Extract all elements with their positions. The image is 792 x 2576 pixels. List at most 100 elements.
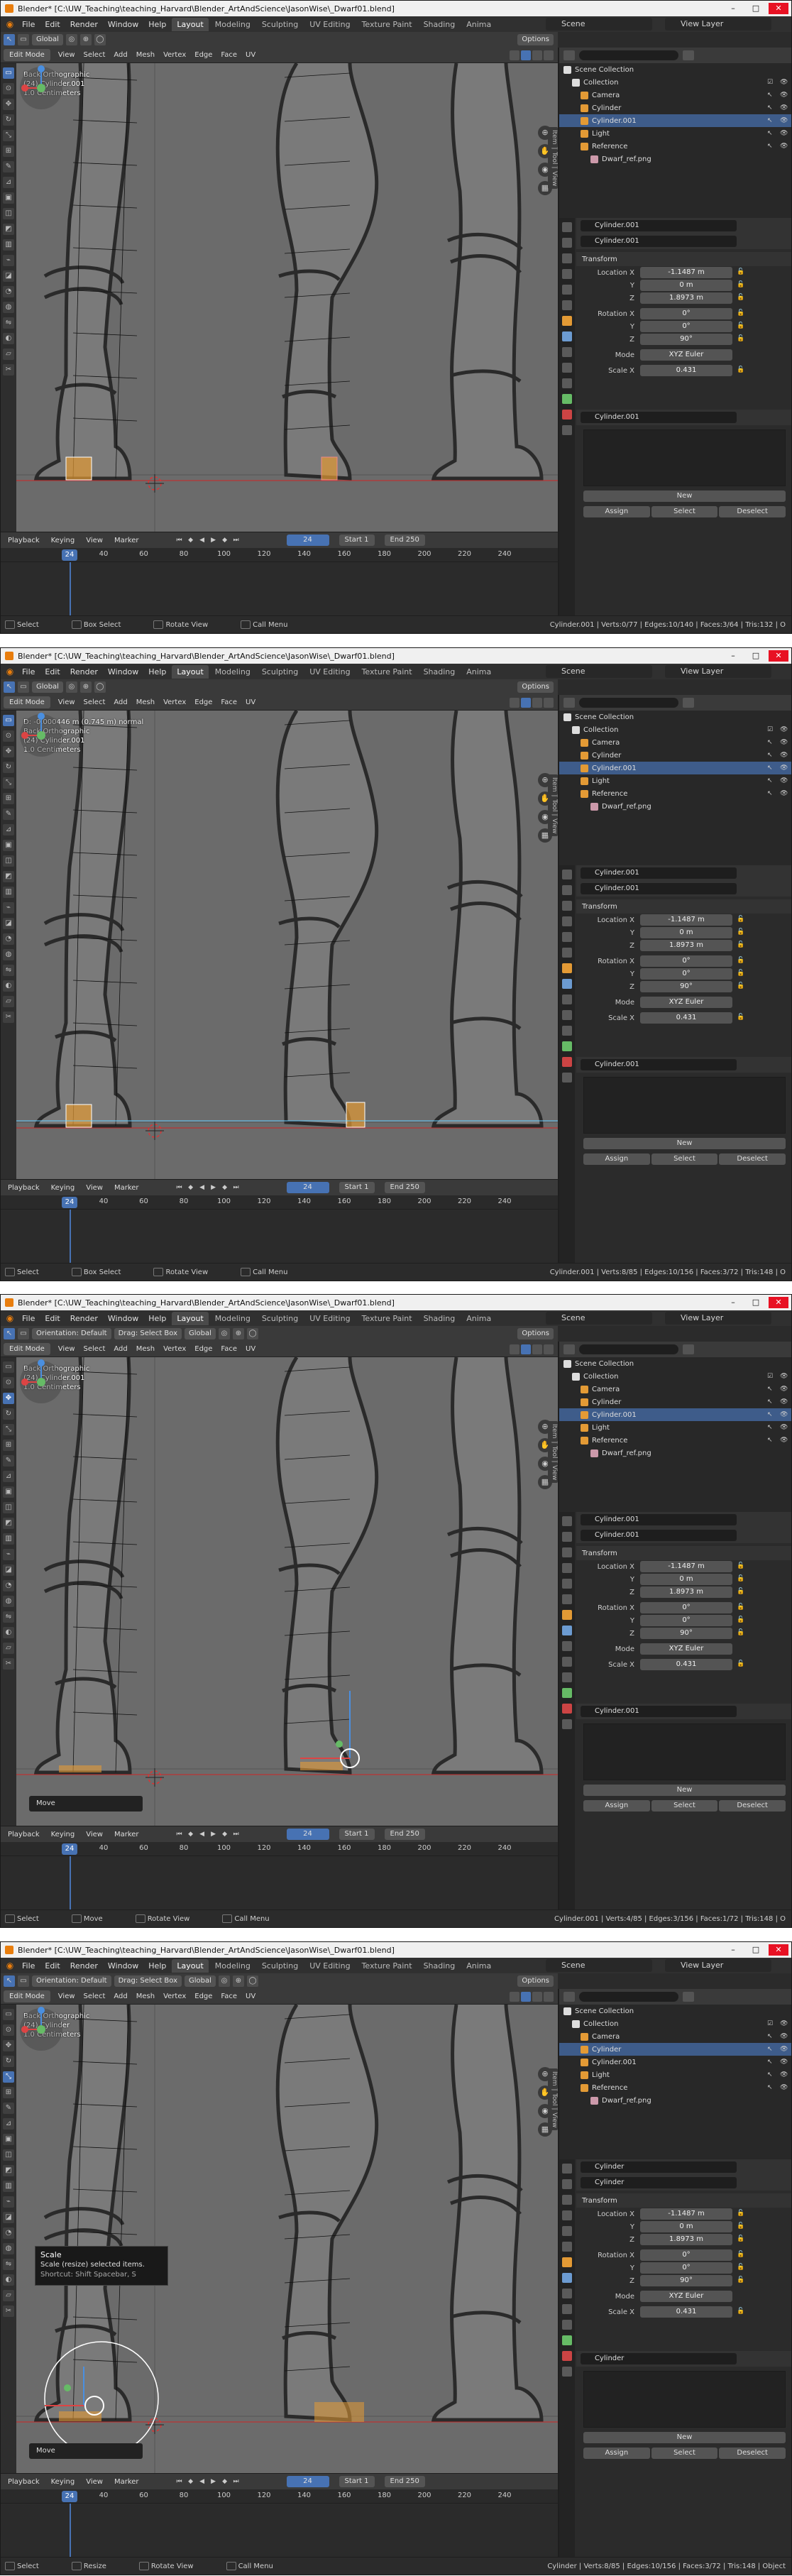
lock-icon[interactable]: 🔓	[737, 928, 745, 937]
lock-icon[interactable]: 🔓	[737, 322, 745, 331]
eye-icon[interactable]: 👁	[780, 1373, 788, 1380]
outliner-type-icon[interactable]	[563, 698, 575, 708]
spin-tool-icon[interactable]: ◔	[3, 286, 14, 297]
lock-icon[interactable]: 🔓	[737, 941, 745, 950]
eye-icon[interactable]: 👁	[780, 104, 788, 111]
xray-icon[interactable]	[510, 697, 519, 708]
tool-props-icon[interactable]	[562, 870, 572, 879]
select-arrow-icon[interactable]: ↖	[767, 752, 774, 759]
view-layer-props-icon[interactable]	[562, 1563, 572, 1573]
drag-dropdown[interactable]: Drag: Select Box	[114, 1975, 182, 1987]
view-layer-props-icon[interactable]	[562, 2210, 572, 2220]
output-props-icon[interactable]	[562, 2195, 572, 2205]
select-arrow-icon[interactable]: ↖	[767, 2033, 774, 2040]
menu-edit[interactable]: Edit	[40, 1312, 64, 1325]
timeline-ruler[interactable]: 24 40 60 80 100 120 140 160 180 200 220 240	[1, 1195, 558, 1210]
inset-tool-icon[interactable]: ◫	[3, 1502, 14, 1513]
select-arrow-icon[interactable]: ↖	[767, 739, 774, 746]
spin-tool-icon[interactable]: ◔	[3, 933, 14, 945]
outliner-item-reference[interactable]: Reference ↖ 👁	[559, 787, 791, 800]
mesh-data-name-field[interactable]: Cylinder.001	[581, 412, 737, 423]
location-y-field[interactable]: 0 m	[640, 927, 732, 938]
lock-icon[interactable]: 🔓	[737, 970, 745, 978]
annotate-tool-icon[interactable]: ✎	[3, 161, 14, 172]
measure-tool-icon[interactable]: ⊿	[3, 177, 14, 188]
timeline-menu-marker[interactable]: Marker	[110, 2477, 143, 2487]
workspace-tab-animation[interactable]: Anima	[461, 18, 496, 31]
sidebar-tab-item[interactable]: Item	[548, 2068, 558, 2089]
header-menu-add[interactable]: Add	[110, 50, 131, 60]
extrude-tool-icon[interactable]: ▣	[3, 192, 14, 204]
select-button[interactable]: Select	[651, 1153, 718, 1165]
menu-file[interactable]: File	[18, 1960, 39, 1972]
jump-end-icon[interactable]: ⏭	[231, 2477, 241, 2487]
menu-edit[interactable]: Edit	[40, 18, 64, 31]
poly-build-tool-icon[interactable]: ◪	[3, 270, 14, 282]
lock-icon[interactable]: 🔓	[737, 1616, 745, 1625]
workspace-tab-texture-paint[interactable]: Texture Paint	[357, 665, 417, 679]
transform-panel-header[interactable]: Transform	[576, 1546, 791, 1560]
sidebar-tab-tool[interactable]: Tool	[548, 1442, 558, 1461]
rip-tool-icon[interactable]: ✂	[3, 1012, 14, 1023]
timeline-menu-marker[interactable]: Marker	[110, 1183, 143, 1193]
rotation-z-field[interactable]: 90°	[640, 981, 732, 992]
lock-icon[interactable]: 🔓	[737, 268, 745, 277]
select-arrow-icon[interactable]: ↖	[767, 777, 774, 784]
jump-end-icon[interactable]: ⏭	[231, 1183, 241, 1193]
tool-props-icon[interactable]	[562, 2164, 572, 2174]
snap-icon[interactable]: ⊕	[79, 681, 92, 693]
playhead[interactable]	[70, 1856, 71, 1911]
location-z-field[interactable]: 1.8973 m	[640, 940, 732, 951]
lock-icon[interactable]: 🔓	[737, 982, 745, 991]
move-tool-icon[interactable]: ✥	[3, 746, 14, 757]
location-x-field[interactable]: -1.1487 m	[640, 267, 732, 278]
maximize-icon[interactable]: □	[746, 1297, 766, 1308]
maximize-icon[interactable]: □	[746, 650, 766, 662]
end-frame-field[interactable]: End 250	[384, 535, 425, 546]
header-menu-add[interactable]: Add	[110, 1344, 131, 1354]
rotation-z-field[interactable]: 90°	[640, 1628, 732, 1639]
header-menu-face[interactable]: Face	[217, 1344, 241, 1354]
filter-icon[interactable]	[683, 698, 694, 708]
timeline-body[interactable]	[1, 1210, 558, 1264]
menu-file[interactable]: File	[18, 18, 39, 31]
poly-build-tool-icon[interactable]: ◪	[3, 1564, 14, 1576]
object-data-props-icon[interactable]	[562, 394, 572, 404]
menu-help[interactable]: Help	[144, 666, 170, 678]
navigation-gizmo[interactable]	[16, 2005, 66, 2054]
outliner-item-reference[interactable]: Reference ↖ 👁	[559, 2081, 791, 2094]
minimize-icon[interactable]: –	[723, 650, 743, 662]
transform-tool-icon[interactable]: ⊞	[3, 793, 14, 804]
vertex-group-list[interactable]	[583, 1723, 786, 1780]
scene-props-icon[interactable]	[562, 932, 572, 942]
assign-button[interactable]: Assign	[583, 2448, 650, 2459]
lock-icon[interactable]: 🔓	[737, 2264, 745, 2272]
last-operator-panel[interactable]: Move	[29, 2443, 143, 2459]
menu-render[interactable]: Render	[66, 18, 102, 31]
location-z-field[interactable]: 1.8973 m	[640, 1586, 732, 1598]
lock-icon[interactable]: 🔓	[737, 2251, 745, 2259]
checkbox-icon[interactable]: ☑	[767, 2020, 774, 2027]
vertex-group-list[interactable]	[583, 2371, 786, 2428]
new-button[interactable]: New	[583, 1785, 786, 1796]
object-props-icon[interactable]	[562, 1610, 572, 1620]
eye-icon[interactable]: 👁	[780, 79, 788, 86]
sidebar-tab-view[interactable]: View	[548, 1462, 558, 1484]
outliner-item-camera[interactable]: Camera ↖ 👁	[559, 89, 791, 102]
lock-icon[interactable]: 🔓	[737, 2235, 745, 2244]
timeline-menu-view[interactable]: View	[82, 2477, 107, 2487]
lock-icon[interactable]: 🔓	[737, 335, 745, 344]
outliner-type-icon[interactable]	[563, 1344, 575, 1354]
navigation-gizmo[interactable]	[16, 63, 66, 113]
workspace-tab-layout[interactable]: Layout	[172, 1311, 209, 1325]
outliner-search-input[interactable]	[579, 1992, 678, 2002]
solid-shading-icon[interactable]	[521, 697, 531, 708]
navigation-gizmo[interactable]	[16, 1357, 66, 1407]
scale-tool-icon[interactable]: ⤡	[3, 130, 14, 141]
timeline-menu-keying[interactable]: Keying	[47, 1829, 79, 1840]
transform-orientation-dropdown[interactable]: Global	[185, 1975, 216, 1987]
scale-x-field[interactable]: 0.431	[640, 1012, 732, 1024]
cursor-tool-icon[interactable]: ↖	[4, 1328, 15, 1339]
output-props-icon[interactable]	[562, 901, 572, 911]
workspace-tab-shading[interactable]: Shading	[419, 665, 461, 679]
